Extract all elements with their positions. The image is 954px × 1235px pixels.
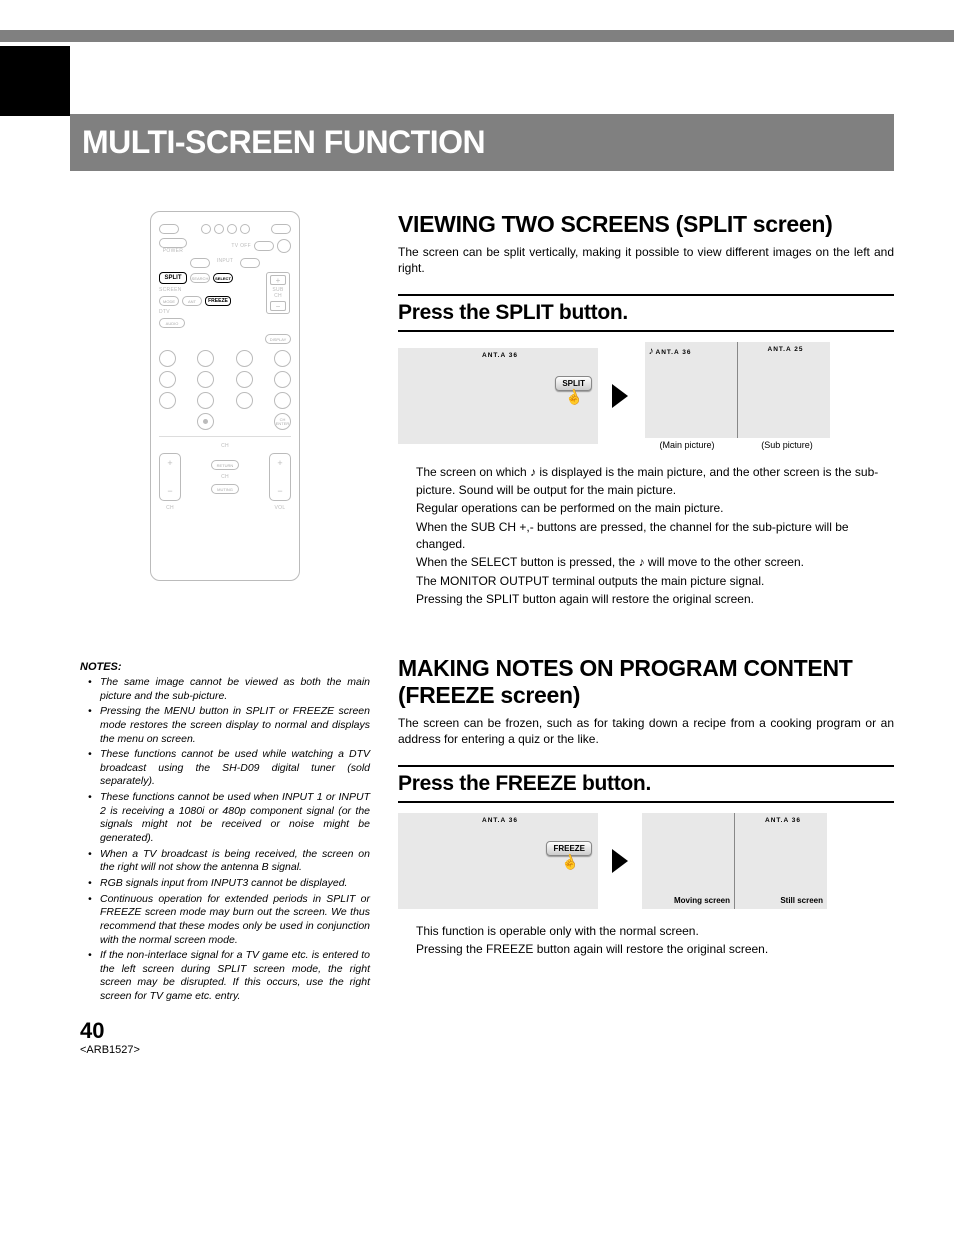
note-item: These functions cannot be used when INPU… bbox=[92, 791, 370, 846]
note-item: Continuous operation for extended period… bbox=[92, 893, 370, 948]
tv-caption: ANT.A 36 bbox=[398, 348, 598, 359]
split-body: The screen on which ♪ is displayed is th… bbox=[398, 464, 894, 608]
remote-button bbox=[214, 224, 224, 234]
main-picture-label: (Main picture) bbox=[642, 440, 732, 450]
split-diagram: ANT.A 36 SPLIT ☝ ♪ANT.A 36 ANT bbox=[398, 342, 894, 450]
arrow-icon bbox=[612, 849, 628, 873]
num-button bbox=[274, 371, 291, 388]
subch-control: + SUB CH − bbox=[266, 272, 290, 314]
ch-updown: +− bbox=[159, 453, 181, 501]
doc-reference: <ARB1527> bbox=[80, 1044, 370, 1056]
still-label: Still screen bbox=[780, 896, 823, 905]
freeze-subheading: Press the FREEZE button. bbox=[398, 765, 894, 803]
note-item: These functions cannot be used while wat… bbox=[92, 748, 370, 789]
power-button bbox=[159, 238, 187, 248]
select-button: SELECT bbox=[213, 273, 233, 283]
search-button: SEARCH bbox=[190, 273, 210, 283]
split-button: SPLIT bbox=[159, 272, 187, 284]
num-button bbox=[274, 392, 291, 409]
remote-button bbox=[159, 224, 179, 234]
ch-enter-button: CH ENTER bbox=[274, 413, 291, 430]
note-item: Pressing the MENU button in SPLIT or FRE… bbox=[92, 705, 370, 746]
note-item: RGB signals input from INPUT3 cannot be … bbox=[92, 877, 370, 891]
num-button bbox=[197, 392, 214, 409]
freeze-diagram: ANT.A 36 FREEZE ☝ Moving screen bbox=[398, 813, 894, 909]
num-button bbox=[197, 413, 214, 430]
moving-label: Moving screen bbox=[674, 896, 730, 905]
audio-button: AUDIO bbox=[159, 318, 185, 328]
split-intro: The screen can be split vertically, maki… bbox=[398, 244, 894, 276]
note-item: If the non-interlace signal for a TV gam… bbox=[92, 949, 370, 1004]
tv-caption: ANT.A 36 bbox=[398, 813, 598, 824]
num-button bbox=[159, 392, 176, 409]
num-button bbox=[197, 350, 214, 367]
num-button bbox=[236, 350, 253, 367]
section-tab bbox=[0, 46, 70, 116]
note-item: The same image cannot be viewed as both … bbox=[92, 676, 370, 703]
remote-button bbox=[201, 224, 211, 234]
split-subheading: Press the SPLIT button. bbox=[398, 294, 894, 332]
freeze-heading: MAKING NOTES ON PROGRAM CONTENT (FREEZE … bbox=[398, 655, 894, 709]
freeze-body: This function is operable only with the … bbox=[398, 923, 894, 959]
ant-button: ANT bbox=[182, 296, 202, 306]
remote-button bbox=[227, 224, 237, 234]
arrow-icon bbox=[612, 384, 628, 408]
mode-button: MODE bbox=[159, 296, 179, 306]
num-button bbox=[274, 350, 291, 367]
remote-button bbox=[240, 258, 260, 268]
notes-heading: NOTES: bbox=[80, 661, 370, 673]
remote-button bbox=[254, 241, 274, 251]
remote-button bbox=[190, 258, 210, 268]
remote-button bbox=[240, 224, 250, 234]
tv-caption: ANT.A 25 bbox=[738, 342, 830, 353]
notes-list: The same image cannot be viewed as both … bbox=[80, 676, 370, 1004]
num-button bbox=[159, 350, 176, 367]
remote-button bbox=[277, 239, 291, 253]
num-button bbox=[159, 371, 176, 388]
sub-picture-label: (Sub picture) bbox=[742, 440, 832, 450]
vol-updown: +− bbox=[269, 453, 291, 501]
num-button bbox=[236, 392, 253, 409]
top-bar bbox=[0, 30, 954, 42]
tv-caption: ♪ANT.A 36 bbox=[645, 342, 737, 357]
page-number: 40 bbox=[80, 1018, 370, 1044]
page-title: MULTI-SCREEN FUNCTION bbox=[70, 114, 894, 171]
remote-illustration: POWER TV OFF INPUT SPLI bbox=[150, 211, 300, 581]
return-button: RETURN bbox=[211, 460, 239, 470]
split-heading: VIEWING TWO SCREENS (SPLIT screen) bbox=[398, 211, 894, 238]
freeze-intro: The screen can be frozen, such as for ta… bbox=[398, 715, 894, 747]
freeze-button: FREEZE bbox=[205, 296, 231, 306]
muting-button: MUTING bbox=[211, 484, 239, 494]
tv-caption: ANT.A 36 bbox=[735, 813, 827, 824]
note-item: When a TV broadcast is being received, t… bbox=[92, 848, 370, 875]
num-button bbox=[236, 371, 253, 388]
remote-button bbox=[271, 224, 291, 234]
display-button: DISPLAY bbox=[265, 334, 291, 344]
num-button bbox=[197, 371, 214, 388]
